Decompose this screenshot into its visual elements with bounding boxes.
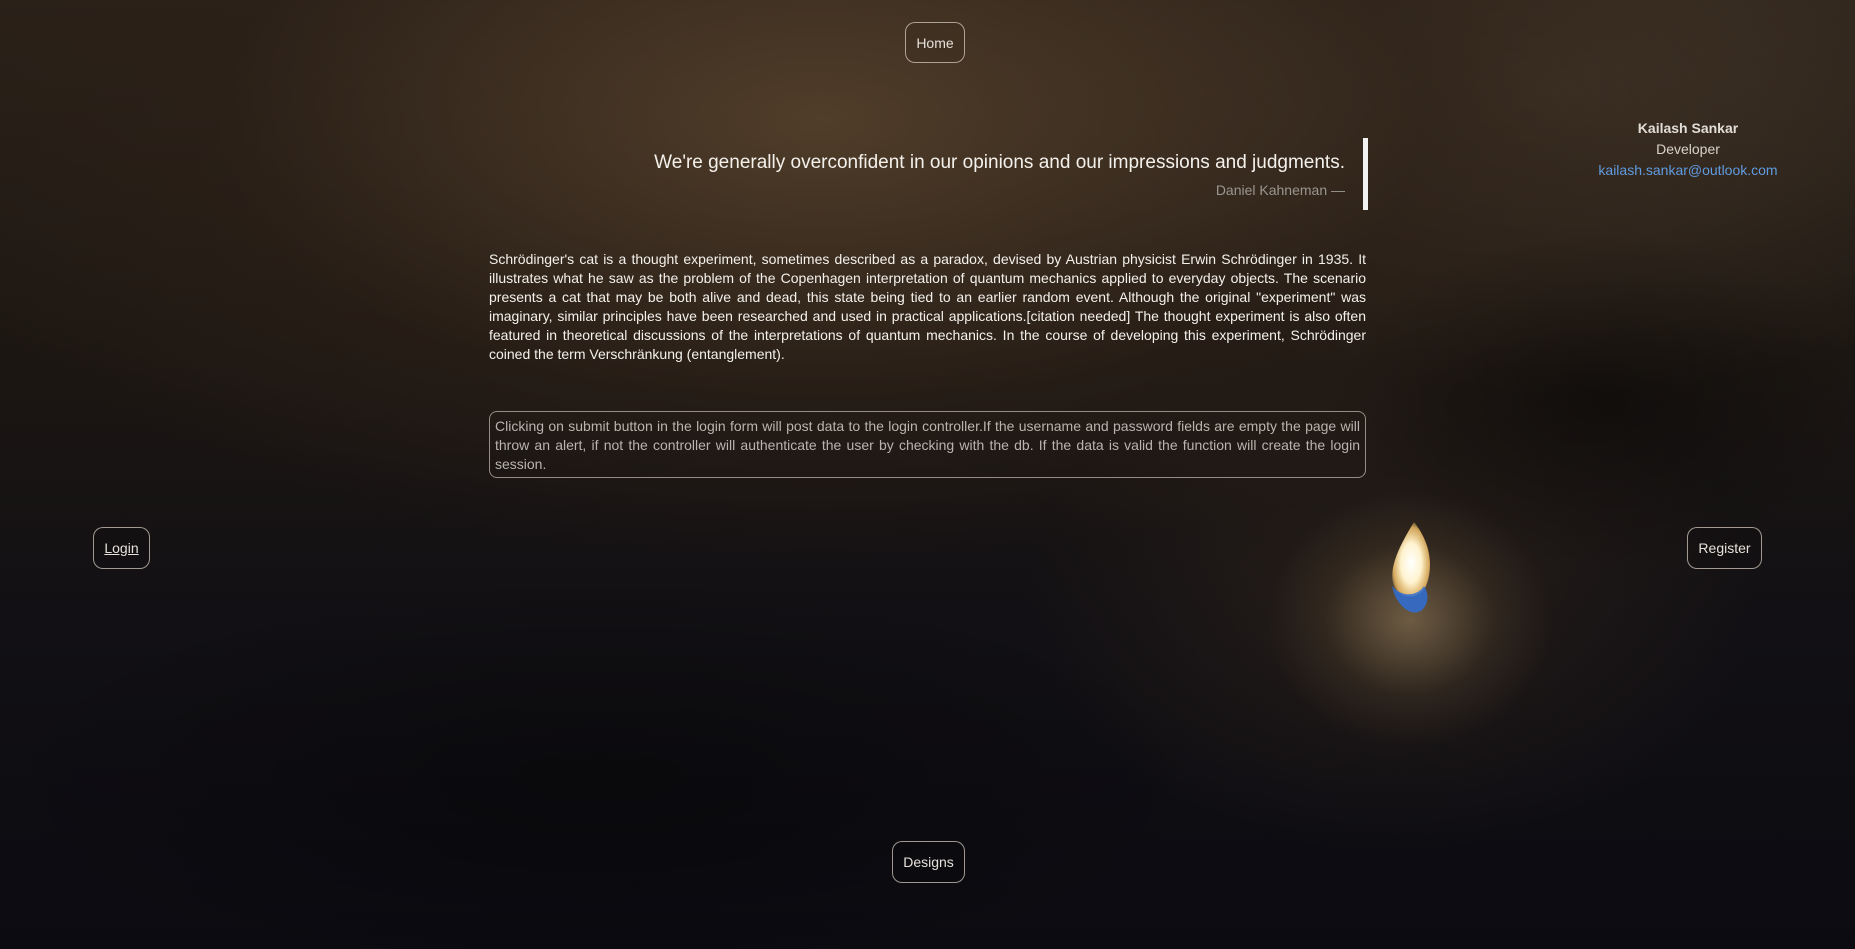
- quote-author: Daniel Kahneman —: [1215, 182, 1345, 198]
- home-button[interactable]: Home: [905, 22, 965, 63]
- login-info-note: Clicking on submit button in the login f…: [489, 411, 1366, 478]
- login-button[interactable]: Login: [93, 527, 150, 569]
- quote-text: We're generally overconfident in our opi…: [654, 152, 1345, 173]
- profile-name: Kailash Sankar: [1637, 120, 1739, 136]
- candle-flame-image: [1392, 522, 1430, 613]
- designs-button[interactable]: Designs: [892, 841, 965, 883]
- register-button[interactable]: Register: [1687, 527, 1762, 569]
- profile-email-link[interactable]: kailash.sankar@outlook.com: [1598, 162, 1777, 178]
- quote-block: We're generally overconfident in our opi…: [600, 138, 1368, 210]
- article-paragraph: Schrödinger's cat is a thought experimen…: [489, 251, 1366, 362]
- profile-role: Developer: [1656, 141, 1720, 157]
- profile-card: Kailash Sankar Developer kailash.sankar@…: [1570, 118, 1806, 181]
